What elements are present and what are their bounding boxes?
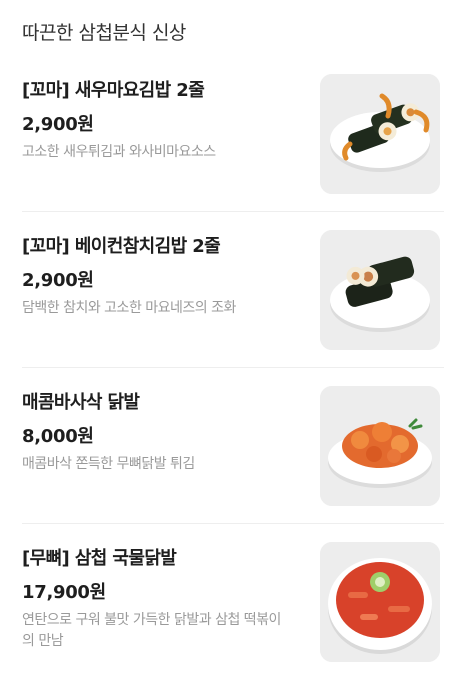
menu-item-soup-chicken-feet[interactable]: [무뼈] 삼첩 국물닭발 17,900원 연탄으로 구워 불맛 가득한 닭발과 … [0, 542, 466, 687]
menu-item-price: 8,000원 [22, 426, 94, 447]
menu-item-description: 담백한 참치와 고소한 마요네즈의 조화 [22, 300, 236, 316]
menu-item-price: 17,900원 [22, 582, 106, 603]
menu-item-description: 매콤바삭 쫀득한 무뼈닭발 튀김 [22, 456, 195, 472]
divider [22, 211, 444, 212]
fried-chicken-feet-image[interactable] [320, 386, 440, 506]
menu-item-price: 2,900원 [22, 270, 94, 291]
bacon-tuna-gimbap-image[interactable] [320, 230, 440, 350]
menu-item-description: 고소한 새우튀김과 와사비마요소스 [22, 144, 216, 160]
menu-item-price: 2,900원 [22, 114, 94, 135]
menu-item-name: [꼬마] 새우마요김밥 2줄 [22, 80, 205, 101]
soup-chicken-feet-image[interactable] [320, 542, 440, 662]
menu-item-name: [무뼈] 삼첩 국물닭발 [22, 548, 177, 569]
menu-item-description: 연탄으로 구워 불맛 가득한 닭발과 삼첩 떡볶이의 만남 [22, 612, 281, 649]
shrimp-mayo-gimbap-image[interactable] [320, 74, 440, 194]
divider [22, 523, 444, 524]
menu-item-name: [꼬마] 베이컨참치김밥 2줄 [22, 236, 221, 257]
menu-item-shrimp-mayo-gimbap[interactable]: [꼬마] 새우마요김밥 2줄 2,900원 고소한 새우튀김과 와사비마요소스 [0, 74, 466, 232]
menu-item-name: 매콤바사삭 닭발 [22, 392, 140, 413]
menu-list: [꼬마] 새우마요김밥 2줄 2,900원 고소한 새우튀김과 와사비마요소스 [0, 0, 466, 687]
menu-item-fried-chicken-feet[interactable]: 매콤바사삭 닭발 8,000원 매콤바삭 쫀득한 무뼈닭발 튀김 [0, 386, 466, 544]
menu-item-bacon-tuna-gimbap[interactable]: [꼬마] 베이컨참치김밥 2줄 2,900원 담백한 참치와 고소한 마요네즈의… [0, 230, 466, 388]
divider [22, 367, 444, 368]
